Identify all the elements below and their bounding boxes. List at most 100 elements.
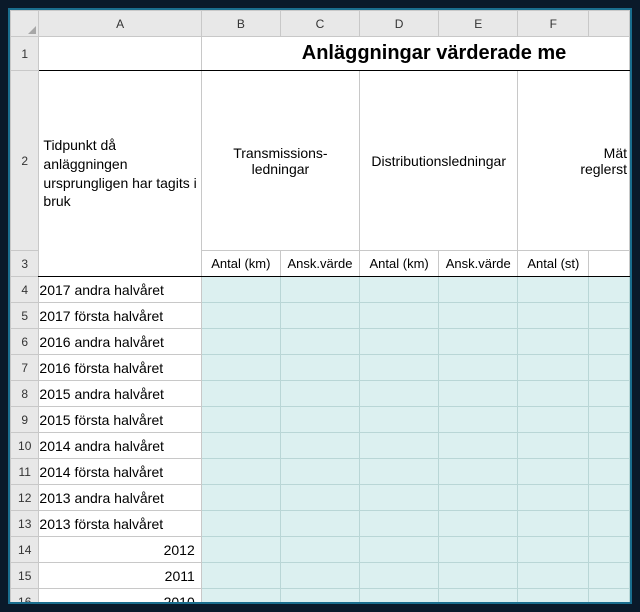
col-header-E[interactable]: E <box>439 11 518 37</box>
cell-data[interactable] <box>518 537 589 563</box>
cell-A13[interactable]: 2013 första halvåret <box>39 511 201 537</box>
cell-data[interactable] <box>439 303 518 329</box>
cell-data[interactable] <box>280 381 359 407</box>
cell-data[interactable] <box>439 459 518 485</box>
cell-data[interactable] <box>589 537 630 563</box>
cell-data[interactable] <box>360 381 439 407</box>
select-all-corner[interactable] <box>11 11 39 37</box>
row-header-3[interactable]: 3 <box>11 251 39 277</box>
group-header-meter[interactable]: Mät reglerst <box>518 71 630 251</box>
cell-data[interactable] <box>280 459 359 485</box>
cell-data[interactable] <box>589 407 630 433</box>
cell-data[interactable] <box>201 511 280 537</box>
row-header-12[interactable]: 12 <box>11 485 39 511</box>
cell-A8[interactable]: 2015 andra halvåret <box>39 381 201 407</box>
cell-data[interactable] <box>518 511 589 537</box>
cell-data[interactable] <box>280 303 359 329</box>
row-header-11[interactable]: 11 <box>11 459 39 485</box>
cell-data[interactable] <box>589 433 630 459</box>
cell-data[interactable] <box>201 407 280 433</box>
row-header-6[interactable]: 6 <box>11 329 39 355</box>
cell-data[interactable] <box>360 537 439 563</box>
subheader-D[interactable]: Antal (km) <box>360 251 439 277</box>
cell-data[interactable] <box>589 329 630 355</box>
cell-data[interactable] <box>439 407 518 433</box>
group-header-transmission[interactable]: Transmissions- ledningar <box>201 71 359 251</box>
col-header-F[interactable]: F <box>518 11 589 37</box>
cell-data[interactable] <box>280 329 359 355</box>
cell-data[interactable] <box>201 381 280 407</box>
cell-data[interactable] <box>360 407 439 433</box>
cell-data[interactable] <box>589 459 630 485</box>
cell-data[interactable] <box>201 485 280 511</box>
row-header-8[interactable]: 8 <box>11 381 39 407</box>
cell-data[interactable] <box>280 511 359 537</box>
cell-data[interactable] <box>280 537 359 563</box>
cell-data[interactable] <box>518 485 589 511</box>
row-header-15[interactable]: 15 <box>11 563 39 589</box>
cell-data[interactable] <box>360 459 439 485</box>
row-header-13[interactable]: 13 <box>11 511 39 537</box>
col-header-B[interactable]: B <box>201 11 280 37</box>
cell-A6[interactable]: 2016 andra halvåret <box>39 329 201 355</box>
cell-data[interactable] <box>589 381 630 407</box>
row-header-7[interactable]: 7 <box>11 355 39 381</box>
cell-data[interactable] <box>589 355 630 381</box>
cell-A5[interactable]: 2017 första halvåret <box>39 303 201 329</box>
cell-A15[interactable]: 2011 <box>39 563 201 589</box>
col-header-A[interactable]: A <box>39 11 201 37</box>
cell-data[interactable] <box>201 355 280 381</box>
cell-data[interactable] <box>280 355 359 381</box>
cell-data[interactable] <box>439 381 518 407</box>
subheader-C[interactable]: Ansk.värde <box>280 251 359 277</box>
cell-data[interactable] <box>589 303 630 329</box>
cell-data[interactable] <box>201 563 280 589</box>
subheader-overflow[interactable] <box>589 251 630 277</box>
cell-data[interactable] <box>518 459 589 485</box>
row-header-4[interactable]: 4 <box>11 277 39 303</box>
col-header-overflow[interactable] <box>589 11 630 37</box>
cell-data[interactable] <box>439 537 518 563</box>
cell-data[interactable] <box>201 303 280 329</box>
cell-data[interactable] <box>280 433 359 459</box>
cell-data[interactable] <box>518 407 589 433</box>
cell-data[interactable] <box>518 589 589 605</box>
cell-data[interactable] <box>201 277 280 303</box>
cell-data[interactable] <box>201 537 280 563</box>
col-header-C[interactable]: C <box>280 11 359 37</box>
header-timepoint[interactable]: Tidpunkt då anläggningen ursprungligen h… <box>39 71 201 277</box>
cell-data[interactable] <box>518 329 589 355</box>
cell-data[interactable] <box>589 563 630 589</box>
cell-data[interactable] <box>280 407 359 433</box>
cell-data[interactable] <box>439 511 518 537</box>
cell-data[interactable] <box>589 511 630 537</box>
cell-A7[interactable]: 2016 första halvåret <box>39 355 201 381</box>
cell-data[interactable] <box>360 329 439 355</box>
cell-data[interactable] <box>201 459 280 485</box>
cell-data[interactable] <box>518 277 589 303</box>
cell-data[interactable] <box>360 589 439 605</box>
cell-A9[interactable]: 2015 första halvåret <box>39 407 201 433</box>
col-header-D[interactable]: D <box>360 11 439 37</box>
group-header-distribution[interactable]: Distributionsledningar <box>360 71 518 251</box>
cell-A12[interactable]: 2013 andra halvåret <box>39 485 201 511</box>
cell-data[interactable] <box>360 277 439 303</box>
cell-data[interactable] <box>360 563 439 589</box>
cell-data[interactable] <box>439 485 518 511</box>
row-header-16[interactable]: 16 <box>11 589 39 605</box>
subheader-F[interactable]: Antal (st) <box>518 251 589 277</box>
cell-A14[interactable]: 2012 <box>39 537 201 563</box>
cell-data[interactable] <box>360 355 439 381</box>
cell-data[interactable] <box>439 355 518 381</box>
cell-data[interactable] <box>201 329 280 355</box>
row-header-2[interactable]: 2 <box>11 71 39 251</box>
cell-data[interactable] <box>518 303 589 329</box>
cell-data[interactable] <box>439 563 518 589</box>
cell-A11[interactable]: 2014 första halvåret <box>39 459 201 485</box>
subheader-E[interactable]: Ansk.värde <box>439 251 518 277</box>
cell-A16[interactable]: 2010 <box>39 589 201 605</box>
row-header-5[interactable]: 5 <box>11 303 39 329</box>
cell-data[interactable] <box>589 589 630 605</box>
cell-A1[interactable] <box>39 37 201 71</box>
cell-data[interactable] <box>280 485 359 511</box>
